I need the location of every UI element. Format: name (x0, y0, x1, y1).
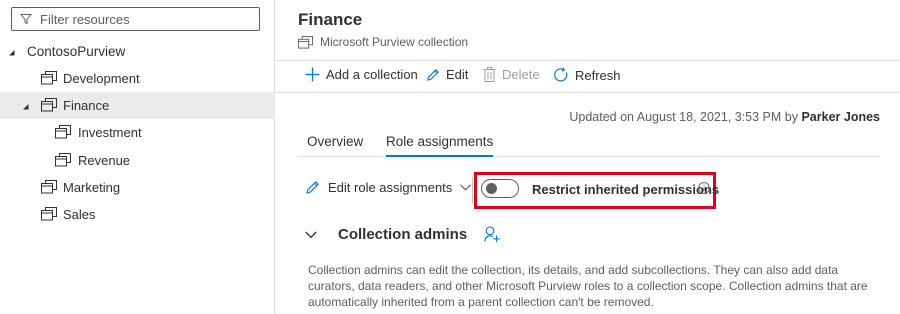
collection-icon (41, 98, 57, 112)
collection-admins-header: Collection admins (305, 226, 500, 243)
chevron-down-icon[interactable] (305, 231, 317, 239)
add-collection-button[interactable]: Add a collection (305, 67, 418, 82)
edit-label: Edit (446, 67, 469, 82)
refresh-label: Refresh (575, 67, 621, 83)
restrict-inherited-permissions-label: Restrict inherited permissions (532, 182, 720, 197)
delete-label: Delete (502, 67, 540, 82)
page-title: Finance (298, 10, 363, 29)
tab-overview[interactable]: Overview (307, 134, 363, 155)
toolbar: Add a collection Edit Delete Refresh (275, 60, 900, 93)
tree-item-root[interactable]: ContosoPurview (0, 38, 275, 65)
page-subtitle: Microsoft Purview collection (298, 35, 468, 49)
updated-user: Parker Jones (801, 110, 880, 124)
collection-icon (55, 153, 71, 167)
tree-item-marketing[interactable]: Marketing (0, 174, 275, 201)
plus-icon (305, 67, 320, 82)
tree-item-sales[interactable]: Sales (0, 201, 275, 228)
tree-item-revenue[interactable]: Revenue (0, 147, 275, 174)
tree-item-label: Marketing (63, 180, 121, 195)
collection-icon (41, 71, 57, 85)
trash-icon (483, 67, 496, 82)
tab-role-assignments[interactable]: Role assignments (386, 134, 494, 157)
tree-item-label: Development (63, 71, 140, 86)
filter-box[interactable] (11, 7, 260, 31)
collection-icon (41, 180, 57, 194)
delete-button[interactable]: Delete (483, 67, 540, 82)
filter-input[interactable] (40, 11, 250, 27)
toggle-knob (486, 183, 497, 194)
edit-role-assignments-label: Edit role assignments (328, 180, 453, 195)
tab-bar: Overview Role assignments (297, 130, 880, 157)
tree-item-label: Sales (63, 207, 96, 222)
refresh-icon (554, 67, 568, 82)
tree-item-development[interactable]: Development (0, 65, 275, 92)
restrict-inherited-permissions-toggle[interactable] (481, 179, 519, 198)
tree-item-label: Finance (63, 98, 110, 113)
add-collection-label: Add a collection (326, 67, 418, 82)
edit-button[interactable]: Edit (426, 67, 468, 82)
collection-admins-description: Collection admins can edit the collectio… (308, 263, 868, 309)
collection-admins-title: Collection admins (338, 226, 468, 243)
refresh-button[interactable]: Refresh (553, 67, 621, 83)
tree-item-label: Investment (78, 125, 142, 140)
resource-tree-panel: ContosoPurview Development Finance Inves… (0, 0, 275, 314)
chevron-down-icon (460, 184, 472, 191)
updated-text: Updated on August 18, 2021, 3:53 PM by (569, 110, 802, 124)
collection-icon (41, 207, 57, 221)
edit-role-assignments-button[interactable]: Edit role assignments (305, 180, 472, 195)
updated-info: Updated on August 18, 2021, 3:53 PM by P… (569, 110, 880, 124)
collection-icon (298, 35, 313, 49)
pencil-icon (427, 68, 439, 81)
collection-details-panel: Finance Microsoft Purview collection Add… (275, 0, 900, 314)
toolbar-divider (472, 177, 473, 203)
info-icon[interactable] (698, 182, 710, 194)
collection-icon (55, 125, 71, 139)
tree-item-investment[interactable]: Investment (0, 119, 275, 146)
add-person-icon[interactable] (484, 226, 500, 243)
filter-icon (20, 14, 32, 25)
caret-down-icon[interactable] (7, 48, 15, 56)
subtitle-text: Microsoft Purview collection (320, 35, 469, 49)
pencil-icon (306, 181, 319, 194)
tree-item-finance[interactable]: Finance (0, 92, 275, 119)
caret-down-icon[interactable] (21, 102, 29, 110)
tree-item-label: ContosoPurview (27, 44, 126, 59)
tree-item-label: Revenue (78, 153, 131, 168)
